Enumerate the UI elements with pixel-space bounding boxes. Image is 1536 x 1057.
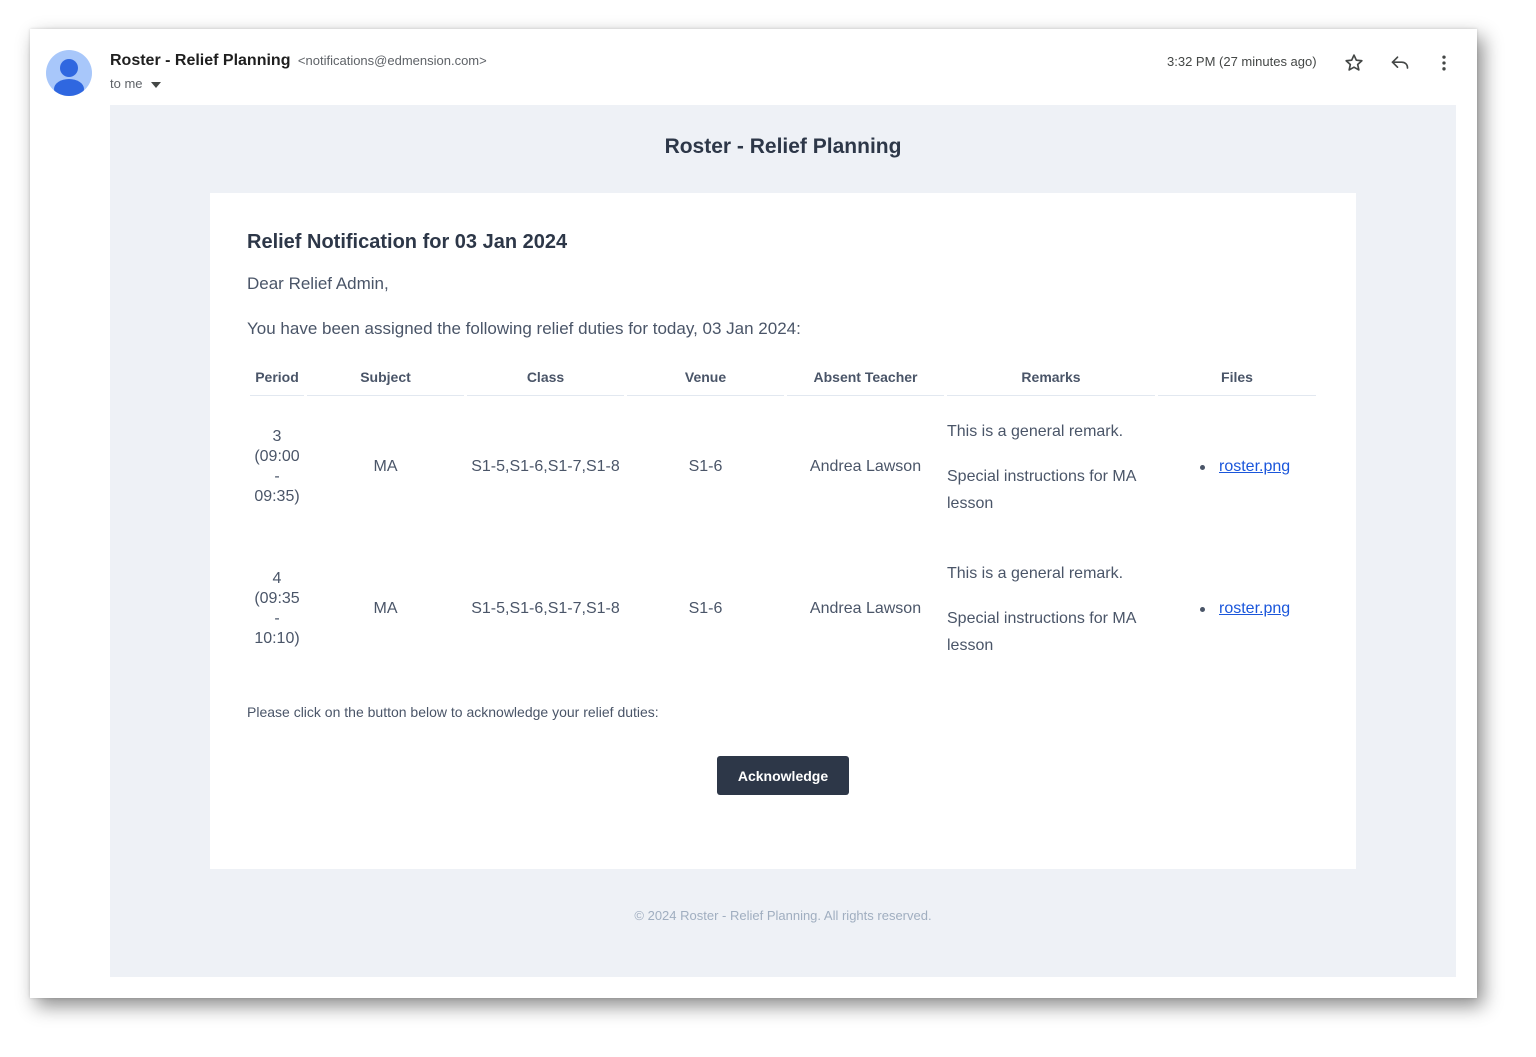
period-cell: 4 (09:35 - 10:10) xyxy=(250,538,304,680)
reply-icon xyxy=(1391,56,1409,69)
table-header-row: Period Subject Class Venue Absent Teache… xyxy=(250,359,1316,396)
greeting: Dear Relief Admin, xyxy=(247,274,389,293)
person-icon xyxy=(54,59,84,96)
class-cell: S1-5,S1-6,S1-7,S1-8 xyxy=(471,600,620,617)
recipient-dropdown[interactable]: to me xyxy=(110,76,161,91)
received-time: 3:32 PM (27 minutes ago) xyxy=(1167,54,1317,69)
notification-card: Relief Notification for 03 Jan 2024 Dear… xyxy=(210,193,1356,869)
bullet-icon xyxy=(1200,606,1205,612)
period-separator: - xyxy=(274,610,280,627)
bullet-icon xyxy=(1200,464,1205,470)
star-button[interactable] xyxy=(1342,51,1366,75)
sender-line: Roster - Relief Planning <notifications@… xyxy=(110,52,487,70)
general-remark: This is a general remark. xyxy=(947,422,1124,440)
star-icon xyxy=(1345,54,1363,71)
chevron-down-icon xyxy=(150,76,161,91)
acknowledge-instructions: Please click on the button below to ackn… xyxy=(247,704,659,720)
reply-button[interactable] xyxy=(1388,51,1412,75)
files-cell: roster.png xyxy=(1158,538,1316,680)
column-header-subject: Subject xyxy=(307,359,464,396)
column-header-files: Files xyxy=(1158,359,1316,396)
acknowledge-button[interactable]: Acknowledge xyxy=(717,756,849,795)
column-header-period: Period xyxy=(250,359,304,396)
table-row: 3 (09:00 - 09:35) MA S1-5,S1-6,S1-7,S1-8… xyxy=(250,396,1316,538)
column-header-venue: Venue xyxy=(627,359,784,396)
period-start: (09:35 xyxy=(254,590,300,607)
files-cell: roster.png xyxy=(1158,396,1316,538)
period-start: (09:00 xyxy=(254,448,300,465)
table-row: 4 (09:35 - 10:10) MA S1-5,S1-6,S1-7,S1-8… xyxy=(250,538,1316,680)
period-end: 10:10) xyxy=(254,630,300,647)
subject-cell: MA xyxy=(373,458,398,475)
notification-heading: Relief Notification for 03 Jan 2024 xyxy=(247,231,568,253)
venue-cell: S1-6 xyxy=(688,600,723,617)
special-remark: Special instructions for MA lesson xyxy=(947,467,1136,512)
class-cell: S1-5,S1-6,S1-7,S1-8 xyxy=(471,458,620,475)
column-header-absent-teacher: Absent Teacher xyxy=(787,359,944,396)
subject-cell: MA xyxy=(373,600,398,617)
intro-text: You have been assigned the following rel… xyxy=(247,319,801,338)
email-body: Roster - Relief Planning Relief Notifica… xyxy=(110,105,1456,977)
footer-copyright: © 2024 Roster - Relief Planning. All rig… xyxy=(634,908,932,923)
brand-title: Roster - Relief Planning xyxy=(664,135,902,158)
venue-cell: S1-6 xyxy=(688,458,723,475)
recipient-label: to me xyxy=(110,76,143,91)
absent-teacher-cell: Andrea Lawson xyxy=(809,458,922,475)
sender-avatar[interactable] xyxy=(46,50,92,96)
period-end: 09:35) xyxy=(254,488,300,505)
column-header-remarks: Remarks xyxy=(947,359,1155,396)
list-item: roster.png xyxy=(1200,599,1316,619)
period-number: 4 xyxy=(272,570,282,587)
column-header-class: Class xyxy=(467,359,624,396)
file-link[interactable]: roster.png xyxy=(1219,599,1290,619)
list-item: roster.png xyxy=(1200,457,1316,477)
general-remark: This is a general remark. xyxy=(947,564,1124,582)
email-window: Roster - Relief Planning <notifications@… xyxy=(30,29,1477,998)
more-vert-icon xyxy=(1442,55,1446,71)
special-remark: Special instructions for MA lesson xyxy=(947,609,1136,654)
sender-email: <notifications@edmension.com> xyxy=(297,53,487,68)
absent-teacher-cell: Andrea Lawson xyxy=(809,600,922,617)
remarks-cell: This is a general remark. Special instru… xyxy=(947,538,1155,680)
period-separator: - xyxy=(274,468,280,485)
period-number: 3 xyxy=(272,428,282,445)
sender-name[interactable]: Roster - Relief Planning xyxy=(110,52,290,69)
period-cell: 3 (09:00 - 09:35) xyxy=(250,396,304,538)
remarks-cell: This is a general remark. Special instru… xyxy=(947,396,1155,538)
relief-duties-table: Period Subject Class Venue Absent Teache… xyxy=(247,359,1319,680)
file-link[interactable]: roster.png xyxy=(1219,457,1290,477)
more-options-button[interactable] xyxy=(1432,51,1456,75)
